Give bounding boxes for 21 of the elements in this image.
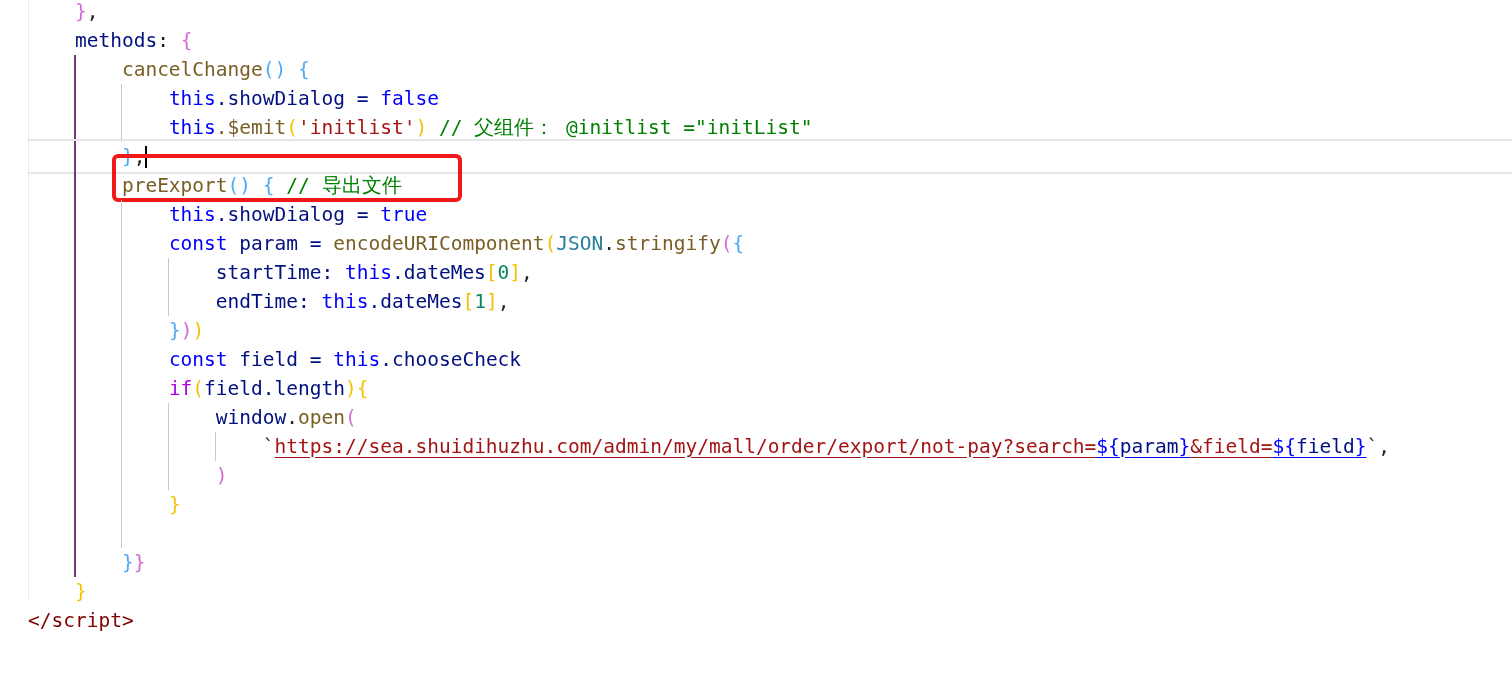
code-line: endTime: this.dateMes[1], [215,289,510,314]
code-line: window.open( [215,405,357,430]
code-line: `https://sea.shuidihuzhu.com/admin/my/mall/order/export/not-pay?search=${param}&field=${field}`, [262,434,1390,459]
code-line: this.showDialog = true [168,202,428,227]
code-line: } [74,579,87,604]
code-line: }, [74,0,99,24]
code-line: ) [215,463,228,488]
text-cursor [145,145,148,168]
code-line: cancelChange() { [121,57,310,82]
code-line: } [168,492,181,517]
code-line: })) [168,318,205,343]
code-line: methods: { [74,28,193,53]
code-line: </script> [28,607,134,634]
code-line: this.showDialog = false [168,86,439,111]
code-line: preExport() { // 导出文件 [121,173,402,198]
code-line: const field = this.chooseCheck [168,347,522,372]
code-line: if(field.length){ [168,376,369,401]
code-line: startTime: this.dateMes[0], [215,260,533,285]
code-line: const param = encodeURIComponent(JSON.stringify({ [168,231,745,256]
code-line: }} [121,550,146,575]
code-line: this.$emit('initlist') // 父组件： @initlist ="initList" [168,115,813,140]
